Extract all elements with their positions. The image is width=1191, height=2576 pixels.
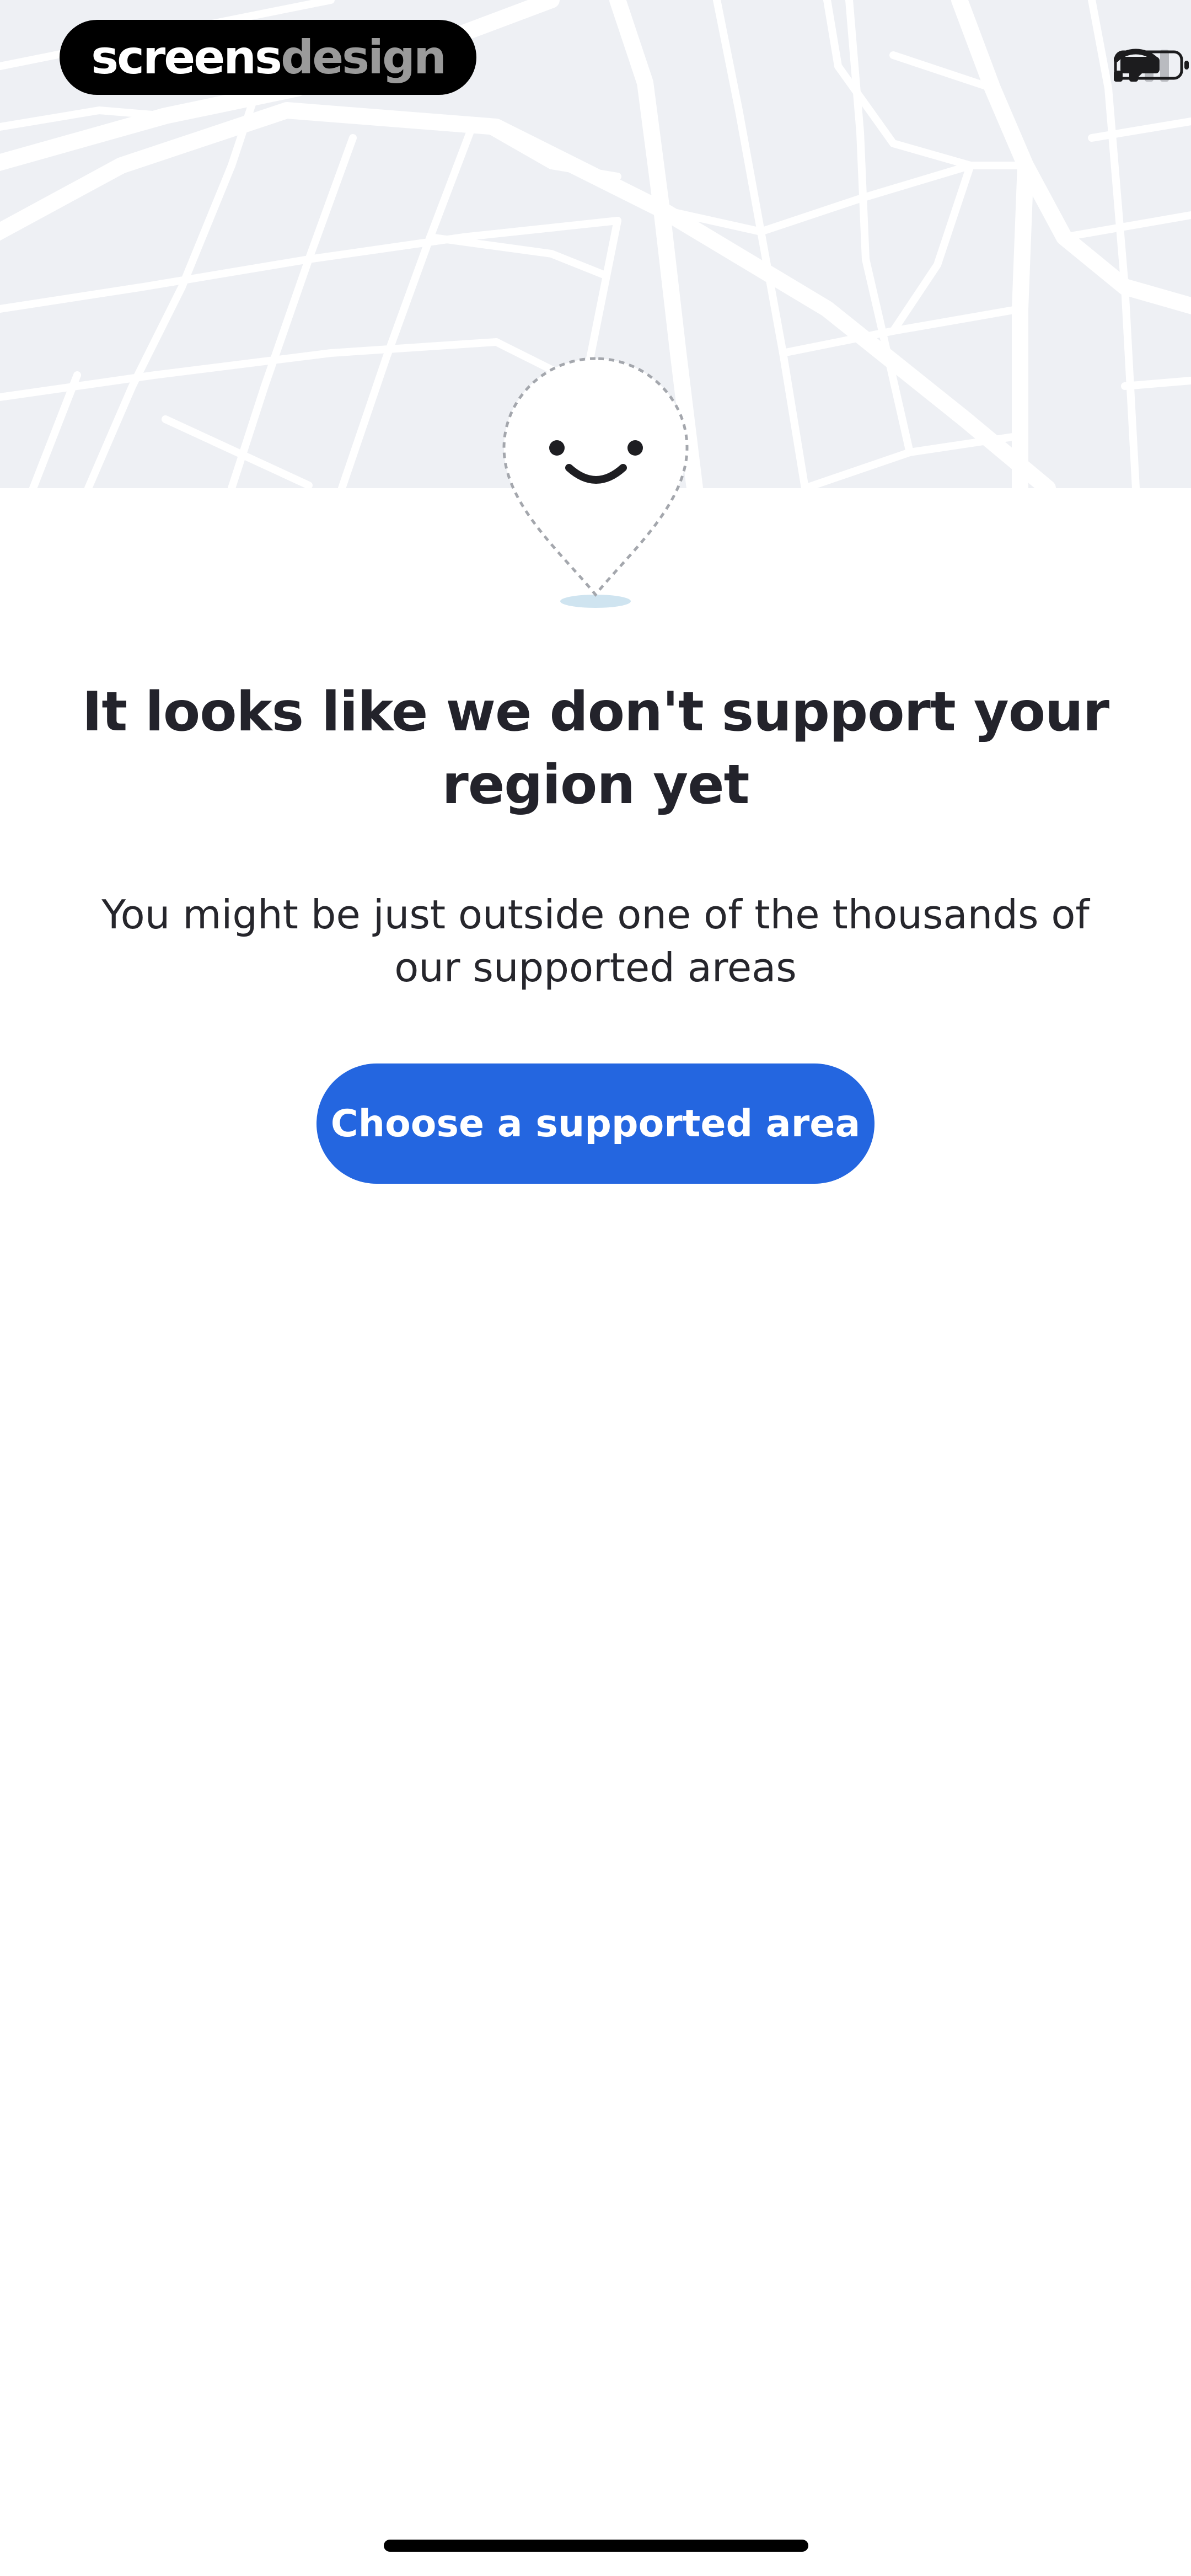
choose-supported-area-label: Choose a supported area [330, 1102, 861, 1146]
page-description: You might be just outside one of the tho… [101, 891, 1090, 991]
screensdesign-watermark: screensdesign [60, 20, 476, 95]
page-title: It looks like we don't support your regi… [82, 681, 1109, 816]
choose-supported-area-button[interactable]: Choose a supported area [316, 1063, 875, 1184]
home-indicator[interactable] [384, 2540, 808, 2552]
watermark-text-part1: screens [91, 30, 282, 84]
watermark-text-part2: design [281, 30, 447, 84]
map-pin-illustration [502, 357, 689, 608]
unsupported-region-screen: screensdesign It looks like we don't sup… [0, 0, 1191, 2576]
battery-icon [1114, 50, 1189, 80]
smiling-map-pin-icon [491, 353, 700, 618]
